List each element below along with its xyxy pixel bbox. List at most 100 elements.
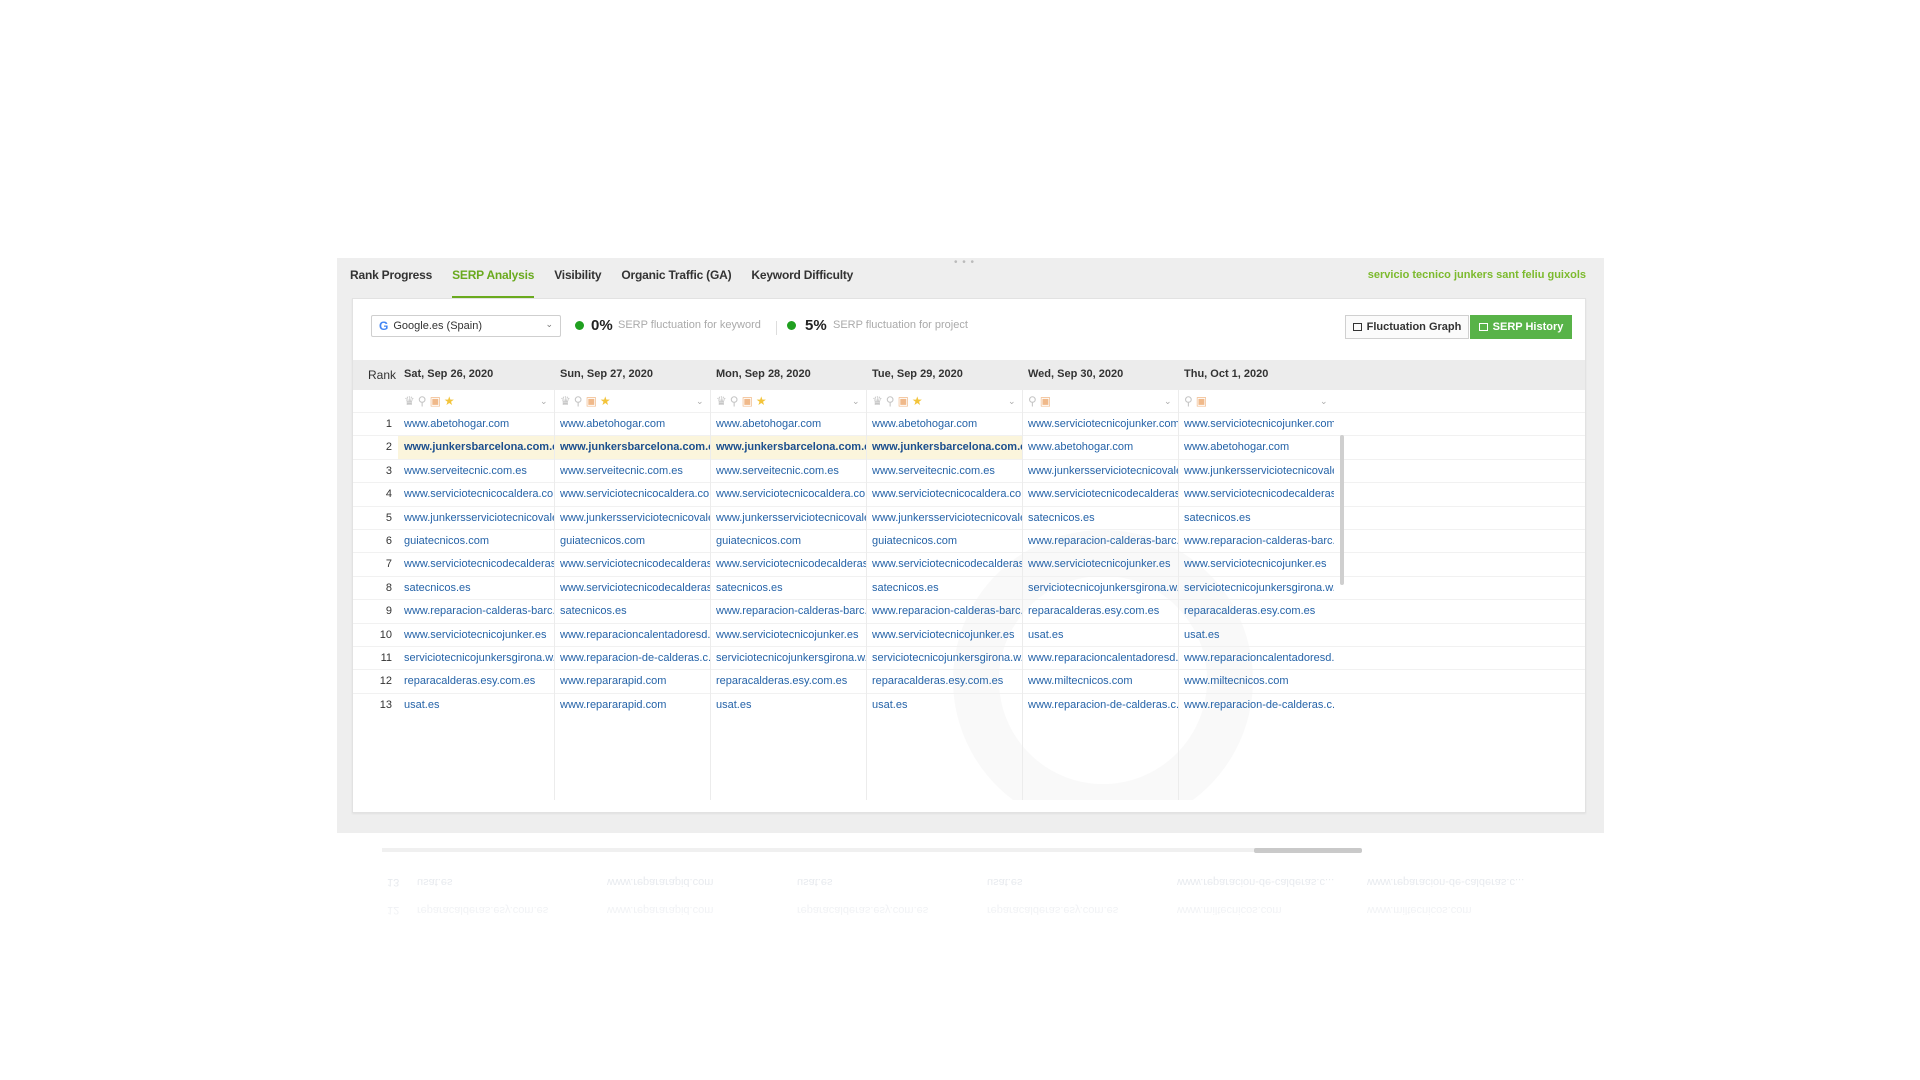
result-domain-link[interactable]: usat.es [1022,624,1178,647]
result-domain-link[interactable]: satecnicos.es [710,577,866,600]
result-domain-link[interactable]: www.junkersserviciotecnicovale... [398,507,554,530]
date-column-header[interactable]: Wed, Sep 30, 2020 [1028,368,1123,380]
pin-icon[interactable]: ⚲ [1028,394,1037,408]
result-domain-link[interactable]: www.junkersbarcelona.com.es [866,436,1022,460]
result-domain-link[interactable]: serviciotecnicojunkersgirona.w... [398,647,554,670]
result-domain-link[interactable]: www.serviciotecnicojunker.es [1178,553,1334,576]
result-domain-link[interactable]: www.reparacion-calderas-barc... [398,600,554,623]
result-domain-link[interactable]: www.reparacion-de-calderas.c... [1022,694,1178,717]
result-domain-link[interactable]: www.reparacion-calderas-barc... [866,600,1022,623]
pin-icon[interactable]: ⚲ [574,394,583,408]
chevron-down-icon[interactable]: ⌄ [1008,396,1016,407]
result-domain-link[interactable]: www.serviciotecnicodecalderas... [710,553,866,576]
image-icon[interactable]: ▣ [898,394,909,408]
pin-icon[interactable]: ⚲ [418,394,427,408]
pin-icon[interactable]: ⚲ [730,394,739,408]
selected-keyword-link[interactable]: servicio tecnico junkers sant feliu guix… [1368,269,1586,281]
result-domain-link[interactable]: www.serviciotecnicojunker.es [1022,553,1178,576]
image-icon[interactable]: ▣ [430,394,441,408]
result-domain-link[interactable]: reparacalderas.esy.com.es [1022,600,1178,623]
image-icon[interactable]: ▣ [742,394,753,408]
result-domain-link[interactable]: www.repararapid.com [554,694,710,717]
pin-icon[interactable]: ⚲ [1184,394,1193,408]
result-domain-link[interactable]: www.junkersserviciotecnicovale... [710,507,866,530]
fluctuation-graph-button[interactable]: Fluctuation Graph [1345,315,1469,339]
pin-icon[interactable]: ⚲ [886,394,895,408]
tab-organic-traffic[interactable]: Organic Traffic (GA) [621,258,731,296]
result-domain-link[interactable]: serviciotecnicojunkersgirona.w... [1022,577,1178,600]
tab-rank-progress[interactable]: Rank Progress [350,258,432,296]
result-domain-link[interactable]: www.serviciotecnicodecalderas... [866,553,1022,576]
result-domain-link[interactable]: satecnicos.es [1022,507,1178,530]
result-domain-link[interactable]: www.junkersserviciotecnicovale... [554,507,710,530]
result-domain-link[interactable]: usat.es [710,694,866,717]
crown-icon[interactable]: ♛ [404,394,415,408]
date-column-header[interactable]: Thu, Oct 1, 2020 [1184,368,1268,380]
star-icon[interactable]: ★ [912,394,923,408]
result-domain-link[interactable]: www.serveitecnic.com.es [554,460,710,483]
result-domain-link[interactable]: guiatecnicos.com [710,530,866,553]
result-domain-link[interactable]: www.serviciotecnicojunker.es [866,624,1022,647]
result-domain-link[interactable]: www.serviciotecnicocaldera.co... [554,483,710,506]
chevron-down-icon[interactable]: ⌄ [852,396,860,407]
chevron-down-icon[interactable]: ⌄ [1320,396,1328,407]
result-domain-link[interactable]: www.junkersserviciotecnicovale... [866,507,1022,530]
result-domain-link[interactable]: guiatecnicos.com [866,530,1022,553]
result-domain-link[interactable]: www.reparacion-de-calderas.c... [1178,694,1334,717]
result-domain-link[interactable]: reparacalderas.esy.com.es [398,670,554,693]
result-domain-link[interactable]: www.serveitecnic.com.es [866,460,1022,483]
result-domain-link[interactable]: www.serveitecnic.com.es [710,460,866,483]
result-domain-link[interactable]: www.abetohogar.com [398,413,554,436]
result-domain-link[interactable]: www.serviciotecnicojunker.com [1178,413,1334,436]
star-icon[interactable]: ★ [756,394,767,408]
result-domain-link[interactable]: usat.es [1178,624,1334,647]
result-domain-link[interactable]: www.reparacion-calderas-barc... [1178,530,1334,553]
result-domain-link[interactable]: www.miltecnicos.com [1022,670,1178,693]
result-domain-link[interactable]: www.serviciotecnicodecalderas... [1022,483,1178,506]
result-domain-link[interactable]: www.reparacioncalentadoresd... [1022,647,1178,670]
result-domain-link[interactable]: www.reparacion-calderas-barc... [1022,530,1178,553]
image-icon[interactable]: ▣ [1040,394,1051,408]
result-domain-link[interactable]: usat.es [866,694,1022,717]
result-domain-link[interactable]: guiatecnicos.com [554,530,710,553]
result-domain-link[interactable]: www.abetohogar.com [1022,436,1178,459]
result-domain-link[interactable]: guiatecnicos.com [398,530,554,553]
result-domain-link[interactable]: www.junkersbarcelona.com.es [398,436,554,460]
date-column-header[interactable]: Sat, Sep 26, 2020 [404,368,493,380]
result-domain-link[interactable]: www.junkersbarcelona.com.es [554,436,710,460]
result-domain-link[interactable]: www.junkersserviciotecnicovale... [1178,460,1334,483]
date-column-header[interactable]: Mon, Sep 28, 2020 [716,368,811,380]
result-domain-link[interactable]: usat.es [398,694,554,717]
image-icon[interactable]: ▣ [1196,394,1207,408]
result-domain-link[interactable]: www.reparacion-de-calderas.c... [554,647,710,670]
chevron-down-icon[interactable]: ⌄ [540,396,548,407]
search-engine-select[interactable]: G Google.es (Spain) ⌄ [371,315,561,337]
date-column-header[interactable]: Sun, Sep 27, 2020 [560,368,653,380]
crown-icon[interactable]: ♛ [716,394,727,408]
result-domain-link[interactable]: reparacalderas.esy.com.es [710,670,866,693]
result-domain-link[interactable]: serviciotecnicojunkersgirona.w... [866,647,1022,670]
result-domain-link[interactable]: www.reparacion-calderas-barc... [710,600,866,623]
vertical-scrollbar[interactable] [1340,435,1344,585]
result-domain-link[interactable]: satecnicos.es [1178,507,1334,530]
tab-serp-analysis[interactable]: SERP Analysis [452,258,534,299]
result-domain-link[interactable]: www.abetohogar.com [554,413,710,436]
result-domain-link[interactable]: www.reparacioncalentadoresd... [554,624,710,647]
result-domain-link[interactable]: reparacalderas.esy.com.es [1178,600,1334,623]
result-domain-link[interactable]: www.serviciotecnicodecalderas... [398,553,554,576]
chevron-down-icon[interactable]: ⌄ [696,396,704,407]
result-domain-link[interactable]: www.miltecnicos.com [1178,670,1334,693]
tab-visibility[interactable]: Visibility [554,258,601,296]
result-domain-link[interactable]: www.junkersserviciotecnicovale... [1022,460,1178,483]
drag-grip-icon[interactable]: • • • [954,257,975,268]
result-domain-link[interactable]: www.abetohogar.com [710,413,866,436]
result-domain-link[interactable]: serviciotecnicojunkersgirona.w... [1178,577,1334,600]
result-domain-link[interactable]: satecnicos.es [866,577,1022,600]
date-column-header[interactable]: Tue, Sep 29, 2020 [872,368,963,380]
result-domain-link[interactable]: www.serviciotecnicodecalderas... [1178,483,1334,506]
result-domain-link[interactable]: www.reparacioncalentadoresd... [1178,647,1334,670]
result-domain-link[interactable]: www.repararapid.com [554,670,710,693]
result-domain-link[interactable]: www.serviciotecnicocaldera.co... [398,483,554,506]
tab-keyword-difficulty[interactable]: Keyword Difficulty [751,258,853,296]
star-icon[interactable]: ★ [600,394,611,408]
